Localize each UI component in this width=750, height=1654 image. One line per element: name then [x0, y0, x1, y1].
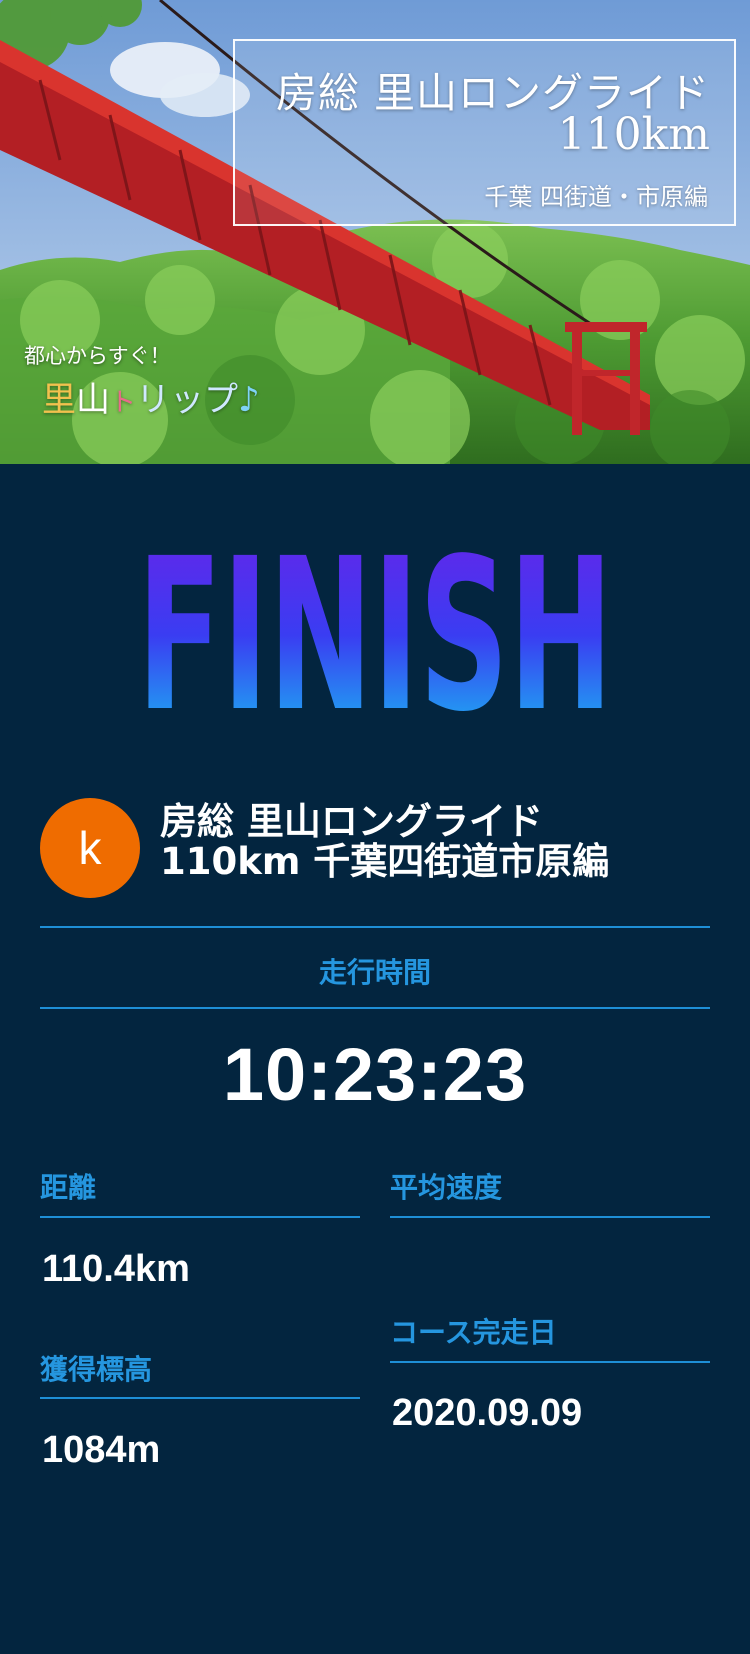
avg-speed-label: 平均速度 [390, 1171, 503, 1204]
divider [40, 926, 710, 928]
tagline-char: ト [110, 388, 137, 418]
divider [390, 1216, 710, 1218]
course-name-line1: 房総 里山ロングライド [160, 800, 543, 843]
course-subtitle: 千葉 四街道・市原編 [484, 183, 708, 211]
course-distance-title: 110km [557, 109, 710, 160]
divider [40, 1007, 710, 1009]
tagline-char: リップ [136, 380, 239, 420]
music-note-icon: ♪ [238, 380, 260, 420]
tagline-big: 里山トリップ♪ [42, 372, 260, 421]
course-name: 房総 里山ロングライド 110km 千葉四街道市原編 [160, 802, 720, 882]
finish-heading: FINISH [137, 528, 613, 718]
course-name-line2: 110km 千葉四街道市原編 [160, 840, 610, 883]
avatar[interactable]: k [40, 798, 140, 898]
finish-text: FINISH [137, 528, 613, 718]
divider [390, 1361, 710, 1363]
tagline-char: 里 [42, 380, 76, 420]
completion-date-value: 2020.09.09 [392, 1392, 583, 1434]
elevation-value: 1084m [42, 1429, 161, 1471]
distance-value: 110.4km [42, 1248, 190, 1290]
distance-label: 距離 [40, 1171, 97, 1204]
tagline-char: 山 [76, 380, 110, 420]
time-label: 走行時間 [318, 956, 431, 989]
hero-banner: 房総 里山ロングライド 110km 千葉 四街道・市原編 都心からすぐ！ 里山ト… [0, 0, 750, 464]
completion-date-label: コース完走日 [390, 1316, 557, 1349]
tagline-small: 都心からすぐ！ [24, 344, 171, 368]
divider [40, 1216, 360, 1218]
course-title-box: 房総 里山ロングライド 110km 千葉 四街道・市原編 [233, 39, 736, 226]
divider [40, 1397, 360, 1399]
time-value: 10:23:23 [222, 1033, 528, 1116]
elevation-label: 獲得標高 [40, 1353, 153, 1386]
